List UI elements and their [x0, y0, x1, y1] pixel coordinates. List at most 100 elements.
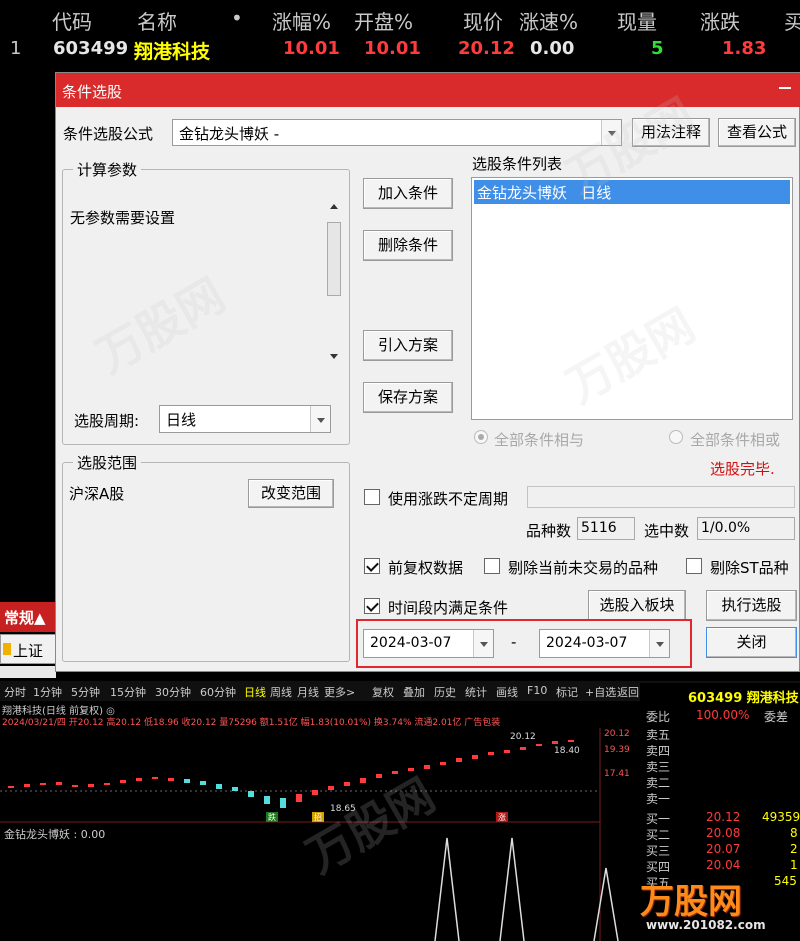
variable-period-field[interactable] — [527, 486, 795, 508]
col-dot: • — [231, 6, 243, 30]
col-volume[interactable]: 现量 — [617, 6, 657, 35]
delete-condition-button[interactable]: 删除条件 — [363, 230, 453, 261]
rp-code-name: 603499 翔港科技 — [688, 691, 799, 706]
variable-period-label[interactable]: 使用涨跌不定周期 — [388, 488, 508, 509]
save-plan-button[interactable]: 保存方案 — [363, 382, 453, 413]
params-scrollbar[interactable] — [325, 200, 343, 360]
tool-button[interactable]: F10 — [527, 684, 547, 697]
tool-button[interactable]: 统计 — [465, 684, 487, 700]
rp-buy-vol: 8 — [790, 826, 798, 840]
import-plan-button[interactable]: 引入方案 — [363, 330, 453, 361]
formula-value: 金钻龙头博妖 - — [179, 125, 280, 143]
forward-adj-checkbox[interactable] — [364, 558, 380, 574]
time-range-checkbox[interactable] — [364, 598, 380, 614]
close-button[interactable]: 关闭 — [706, 627, 797, 658]
period-tab[interactable]: 分时 — [4, 684, 26, 700]
candle — [552, 741, 558, 744]
rp-buy-price: 20.12 — [706, 810, 741, 824]
tool-button[interactable]: 画线 — [496, 684, 518, 700]
chevron-down-icon[interactable] — [473, 630, 493, 657]
add-condition-button[interactable]: 加入条件 — [363, 178, 453, 209]
candle — [136, 778, 142, 781]
formula-select[interactable]: 金钻龙头博妖 - — [172, 119, 622, 146]
col-speed[interactable]: 涨速% — [519, 6, 578, 35]
condition-list[interactable]: 金钻龙头博妖 日线 — [471, 177, 793, 420]
badge-zhang-label: 涨 — [498, 812, 506, 822]
quote-row[interactable]: 1 603499 翔港科技 10.01 10.01 20.12 0.00 5 1… — [0, 36, 800, 63]
exclude-st-label[interactable]: 剔除ST品种 — [710, 557, 789, 578]
candle — [232, 787, 238, 791]
period-tab[interactable]: 30分钟 — [155, 684, 191, 700]
row-change-pct: 10.01 — [283, 38, 340, 59]
scroll-up-icon[interactable] — [330, 204, 338, 209]
col-change[interactable]: 涨跌 — [700, 6, 740, 35]
col-buy[interactable]: 买 — [784, 6, 800, 35]
radio-and[interactable] — [474, 430, 488, 444]
time-range-label[interactable]: 时间段内满足条件 — [388, 597, 508, 618]
exclude-st-checkbox[interactable] — [686, 558, 702, 574]
rp-sell-level: 卖四 — [646, 744, 671, 758]
candle — [440, 762, 446, 765]
forward-adj-label[interactable]: 前复权数据 — [388, 557, 463, 578]
candle — [40, 783, 46, 785]
date-start-select[interactable]: 2024-03-07 — [363, 629, 494, 658]
col-code[interactable]: 代码 — [52, 6, 92, 35]
market-selector[interactable]: 上证 — [0, 634, 56, 664]
side-tab-bar: 常规▲ — [0, 602, 56, 632]
side-tab-label[interactable]: 常规▲ — [4, 607, 46, 628]
formula-label: 条件选股公式 — [63, 125, 154, 143]
scroll-thumb[interactable] — [327, 222, 341, 296]
rp-buy-vol: 49359 — [762, 810, 800, 824]
tool-button[interactable]: 返回 — [617, 684, 639, 700]
condition-list-item[interactable]: 金钻龙头博妖 日线 — [474, 180, 790, 204]
tool-button[interactable]: +自选 — [585, 684, 616, 700]
candle — [504, 750, 510, 753]
candle — [248, 791, 254, 797]
candle — [296, 794, 302, 802]
exclude-not-trading-checkbox[interactable] — [484, 558, 500, 574]
period-tab[interactable]: 更多> — [324, 684, 355, 700]
tool-button[interactable]: 叠加 — [403, 684, 425, 700]
candle — [184, 779, 190, 783]
period-tab[interactable]: 5分钟 — [71, 684, 100, 700]
candle — [8, 786, 14, 788]
variable-period-checkbox[interactable] — [364, 489, 380, 505]
period-select[interactable]: 日线 — [159, 405, 331, 433]
chevron-down-icon[interactable] — [601, 120, 621, 145]
tool-button[interactable]: 复权 — [372, 684, 394, 700]
tool-button[interactable]: 历史 — [434, 684, 456, 700]
candle — [376, 774, 382, 778]
mid-price-label: 18.40 — [554, 746, 580, 756]
tool-button[interactable]: 标记 — [556, 684, 578, 700]
usage-notes-button[interactable]: 用法注释 — [632, 118, 710, 147]
candle — [200, 781, 206, 785]
row-price: 20.12 — [458, 38, 515, 59]
col-open-pct[interactable]: 开盘% — [354, 6, 413, 35]
col-name[interactable]: 名称 — [137, 6, 177, 35]
view-formula-button[interactable]: 查看公式 — [718, 118, 796, 147]
scroll-down-icon[interactable] — [330, 354, 338, 359]
period-label: 选股周期: — [74, 412, 140, 430]
radio-or[interactable] — [669, 430, 683, 444]
execute-button[interactable]: 执行选股 — [706, 590, 797, 621]
period-tab-active[interactable]: 日线 — [244, 684, 266, 700]
period-tab[interactable]: 60分钟 — [200, 684, 236, 700]
change-range-button[interactable]: 改变范围 — [248, 479, 334, 508]
market-label: 上证 — [13, 642, 44, 660]
dialog-titlebar[interactable]: 条件选股 — [56, 73, 800, 107]
period-tab[interactable]: 周线 — [270, 684, 292, 700]
minimize-icon[interactable] — [779, 87, 791, 89]
to-board-button[interactable]: 选股入板块 — [588, 590, 686, 621]
period-tab[interactable]: 1分钟 — [33, 684, 62, 700]
candle — [568, 740, 574, 742]
col-price[interactable]: 现价 — [463, 6, 503, 35]
date-end-select[interactable]: 2024-03-07 — [539, 629, 670, 658]
exclude-not-trading-label[interactable]: 剔除当前未交易的品种 — [508, 557, 658, 578]
period-tab[interactable]: 15分钟 — [110, 684, 146, 700]
col-change-pct[interactable]: 涨幅% — [272, 6, 331, 35]
side-panel-bg — [0, 666, 56, 678]
candle — [536, 744, 542, 746]
chevron-down-icon[interactable] — [310, 406, 330, 432]
chevron-down-icon[interactable] — [649, 630, 669, 657]
period-tab[interactable]: 月线 — [297, 684, 319, 700]
